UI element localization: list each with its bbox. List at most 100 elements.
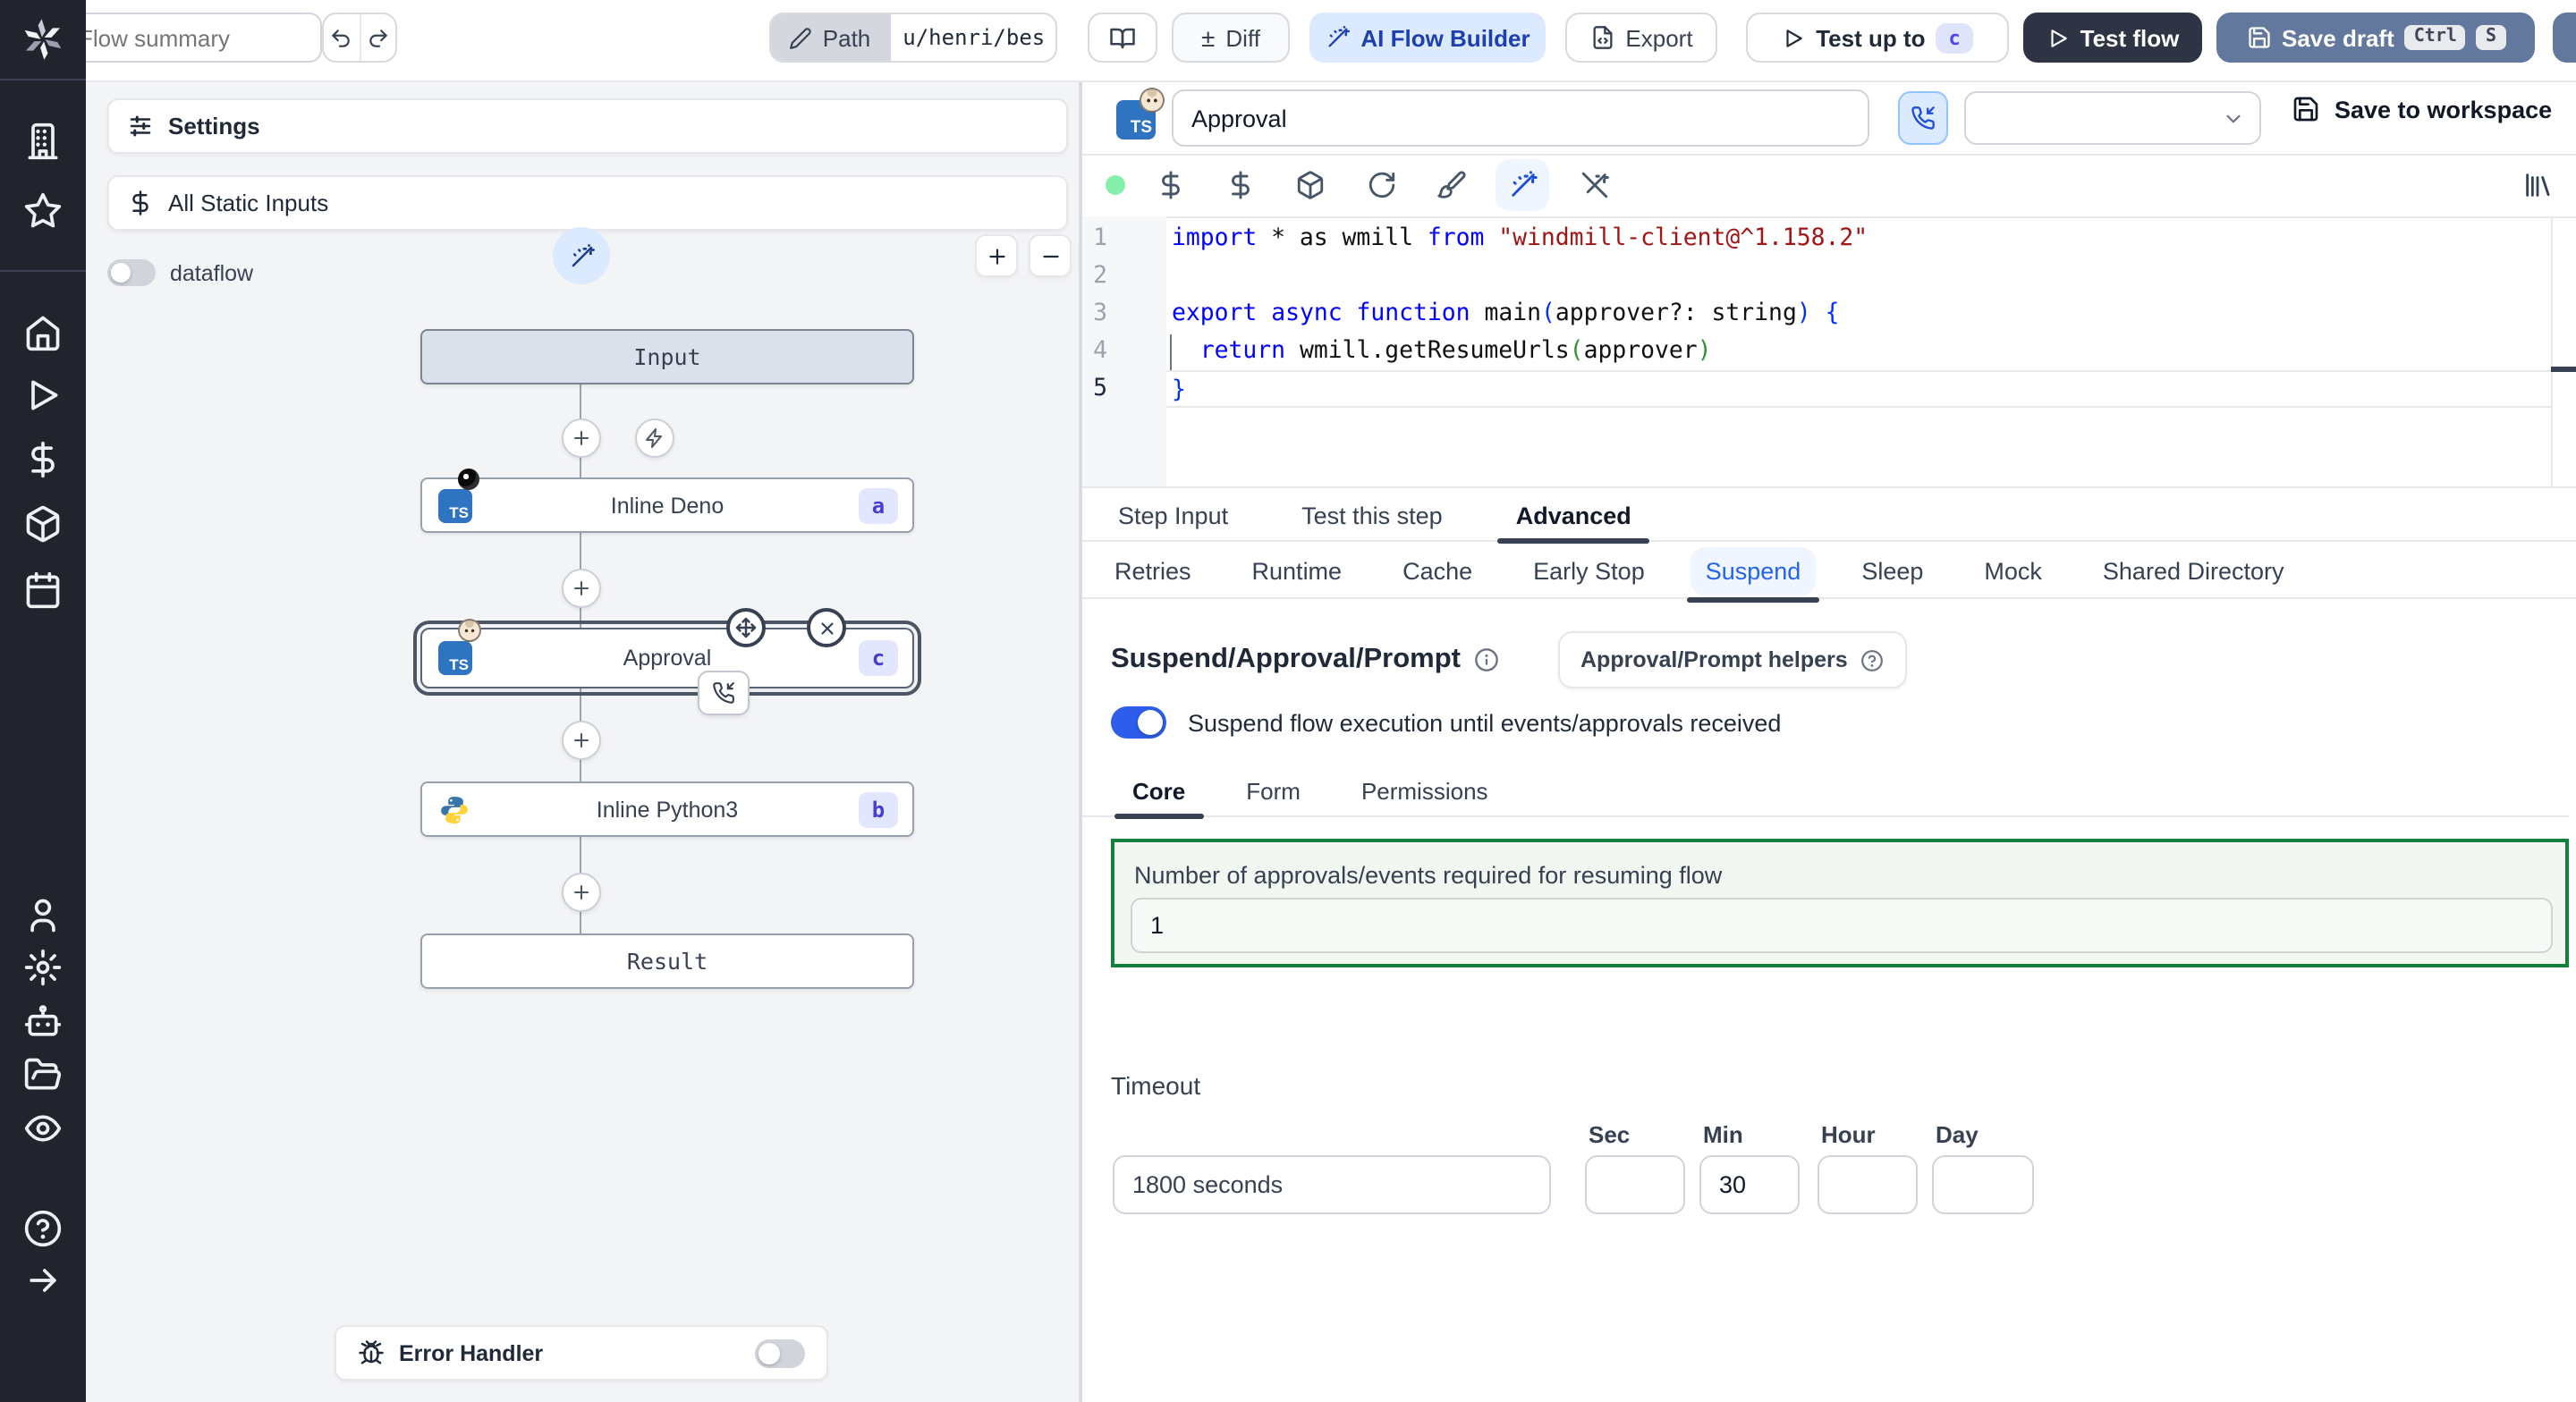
save-draft-button[interactable]: Save draft Ctrl S: [2216, 13, 2535, 63]
suspend-heading-row: Suspend/Approval/Prompt Approval/Prompt …: [1111, 631, 1907, 688]
zoom-in-button[interactable]: [975, 234, 1018, 277]
error-handler-toggle[interactable]: [755, 1339, 805, 1367]
subtab-cache[interactable]: Cache: [1388, 546, 1487, 595]
workers-robot-icon[interactable]: [23, 1003, 63, 1043]
subtab-shared-directory[interactable]: Shared Directory: [2089, 546, 2299, 595]
file-code-icon: [1589, 25, 1614, 50]
play-icon: [1782, 26, 1805, 49]
test-up-to-button[interactable]: Test up to c: [1746, 13, 2009, 63]
user-icon[interactable]: [23, 896, 63, 935]
subtab-suspend[interactable]: Suspend: [1687, 546, 1819, 602]
tab-test-this-step[interactable]: Test this step: [1294, 489, 1450, 541]
export-button[interactable]: Export: [1565, 13, 1717, 63]
variables-dollar-icon[interactable]: [23, 440, 63, 479]
graph-node-inline-deno[interactable]: TS Inline Deno a: [420, 469, 914, 533]
timeout-summary-input[interactable]: [1113, 1155, 1551, 1214]
dataflow-toggle[interactable]: [107, 259, 156, 286]
help-icon[interactable]: [23, 1209, 63, 1248]
zoom-out-button[interactable]: [1029, 234, 1072, 277]
flow-settings-button[interactable]: Settings: [107, 98, 1068, 154]
reload-refresh-icon[interactable]: [1367, 170, 1397, 200]
add-trigger-zap-button[interactable]: [635, 418, 674, 458]
suspend-heading: Suspend/Approval/Prompt: [1111, 644, 1461, 674]
expand-sidebar-icon[interactable]: [23, 1261, 63, 1300]
python-icon: [438, 793, 470, 825]
docs-button[interactable]: [1088, 13, 1157, 63]
tab-core[interactable]: Core: [1114, 764, 1204, 818]
node-label: Result: [626, 948, 708, 975]
favorites-star-icon[interactable]: [23, 191, 63, 231]
top-toolbar: Path u/henri/bes ± Diff AI Flow Builder …: [59, 0, 2576, 82]
windmill-logo-icon[interactable]: [20, 16, 66, 63]
wand-off-icon[interactable]: [1580, 170, 1610, 200]
package-icon[interactable]: [1295, 170, 1326, 200]
delete-node-button[interactable]: [807, 608, 846, 647]
tab-advanced[interactable]: Advanced: [1497, 489, 1649, 543]
baby-emoji-icon: [458, 619, 481, 642]
suspend-enable-toggle[interactable]: [1111, 706, 1166, 739]
home-icon[interactable]: [23, 313, 63, 352]
ai-wand-icon[interactable]: [1508, 170, 1538, 200]
graph-node-input[interactable]: Input: [420, 329, 914, 384]
editor-toolbar: [1082, 154, 2576, 218]
min-label: Min: [1703, 1121, 1743, 1148]
variables-dollar-icon[interactable]: [1156, 170, 1186, 200]
ai-graph-wand-button[interactable]: [553, 227, 610, 284]
path-button[interactable]: Path u/henri/bes: [769, 13, 1057, 63]
settings-gear-icon[interactable]: [23, 948, 63, 987]
dataflow-label: dataflow: [170, 261, 254, 286]
subtab-sleep[interactable]: Sleep: [1847, 546, 1937, 595]
format-paintbrush-icon[interactable]: [1436, 170, 1467, 200]
redo-button[interactable]: [360, 14, 395, 61]
audit-eye-icon[interactable]: [23, 1109, 63, 1148]
runs-play-icon[interactable]: [23, 376, 63, 415]
graph-node-inline-python3[interactable]: Inline Python3 b: [420, 781, 914, 837]
code-editor[interactable]: 1 import * as wmill from "windmill-client…: [1082, 216, 2576, 486]
subtab-mock[interactable]: Mock: [1970, 546, 2056, 595]
timeout-hour-input[interactable]: [1818, 1155, 1918, 1214]
all-static-inputs-button[interactable]: All Static Inputs: [107, 175, 1068, 231]
diff-button[interactable]: ± Diff: [1172, 13, 1290, 63]
help-circle-icon: [1860, 648, 1884, 671]
error-handler-card[interactable]: Error Handler: [335, 1325, 828, 1381]
script-version-select[interactable]: [1964, 91, 2261, 145]
path-label: Path: [822, 24, 871, 51]
subtab-retries[interactable]: Retries: [1100, 546, 1206, 595]
resources-package-icon[interactable]: [23, 504, 63, 544]
step-detail-panel: TS Save to workspace: [1082, 80, 2576, 1402]
save-to-workspace-button[interactable]: Save to workspace: [2292, 95, 2552, 123]
tab-step-input[interactable]: Step Input: [1111, 489, 1235, 541]
subtab-early-stop[interactable]: Early Stop: [1519, 546, 1659, 595]
wand-sparkles-icon: [568, 242, 595, 269]
timeout-sec-input[interactable]: [1585, 1155, 1685, 1214]
library-icon[interactable]: [2522, 170, 2553, 200]
info-icon[interactable]: [1473, 647, 1498, 672]
flow-summary-input[interactable]: [59, 13, 322, 63]
undo-button[interactable]: [324, 14, 360, 61]
timeout-day-input[interactable]: [1932, 1155, 2034, 1214]
add-step-button[interactable]: [562, 721, 601, 760]
ai-flow-builder-button[interactable]: AI Flow Builder: [1309, 13, 1546, 63]
timeout-min-input[interactable]: [1699, 1155, 1800, 1214]
tab-form[interactable]: Form: [1239, 764, 1308, 816]
add-step-button[interactable]: [562, 569, 601, 608]
node-label: Inline Python3: [596, 797, 739, 822]
test-flow-button[interactable]: Test flow: [2023, 13, 2202, 63]
subtab-runtime[interactable]: Runtime: [1238, 546, 1357, 595]
tab-permissions[interactable]: Permissions: [1354, 764, 1496, 816]
approvals-required-input[interactable]: [1131, 898, 2553, 953]
folders-icon[interactable]: [23, 1055, 63, 1094]
add-step-button[interactable]: [562, 418, 601, 458]
graph-node-result[interactable]: Result: [420, 933, 914, 989]
workspace-building-icon[interactable]: [23, 122, 63, 161]
suspend-phone-button[interactable]: [1898, 91, 1948, 145]
move-node-button[interactable]: [726, 608, 766, 647]
approval-prompt-helpers-button[interactable]: Approval/Prompt helpers: [1557, 631, 1907, 688]
add-step-button[interactable]: [562, 873, 601, 912]
error-handler-label: Error Handler: [399, 1340, 544, 1365]
static-inputs-dollar-icon[interactable]: [1225, 170, 1256, 200]
step-name-input[interactable]: [1172, 89, 1869, 147]
deploy-button-partial[interactable]: [2553, 13, 2576, 63]
schedules-calendar-icon[interactable]: [23, 570, 63, 610]
step-header: TS Save to workspace: [1082, 80, 2576, 156]
